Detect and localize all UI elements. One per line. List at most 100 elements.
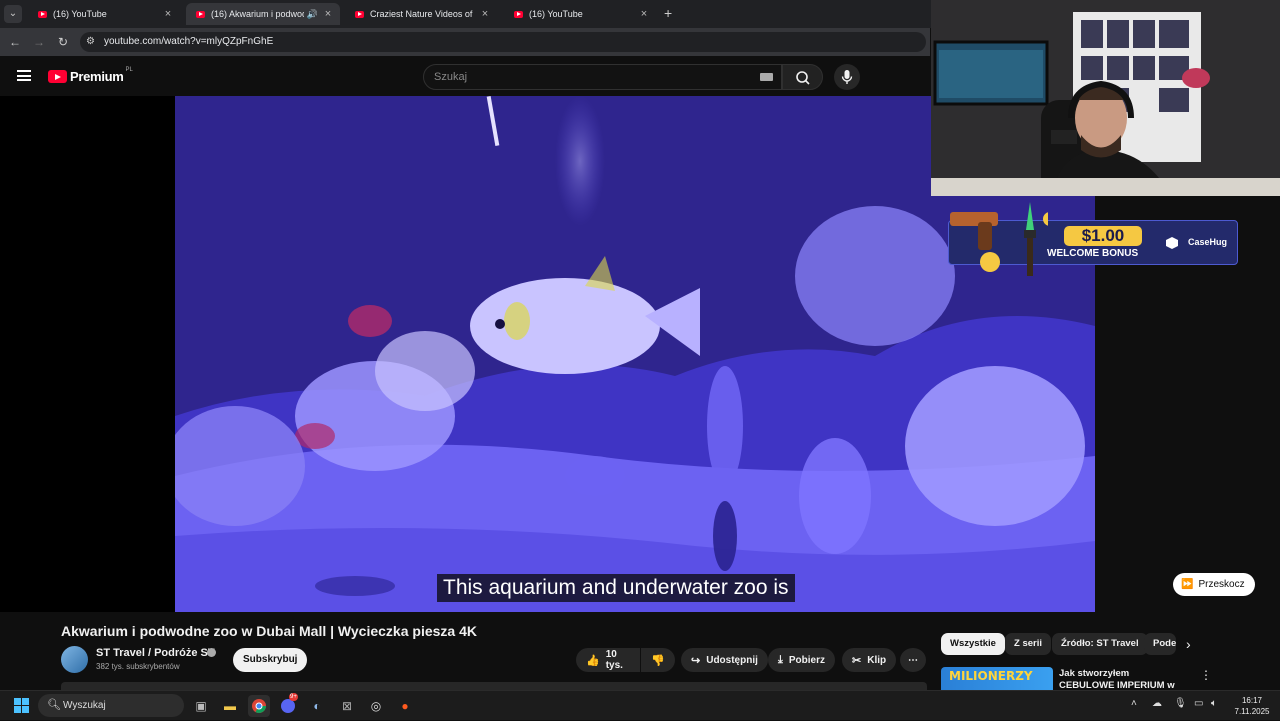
search-button[interactable]: [782, 64, 823, 90]
thumbs-down-icon: 👎: [651, 654, 665, 667]
reload-icon[interactable]: ↻: [55, 34, 71, 50]
more-vertical-icon[interactable]: ⋮: [1200, 668, 1212, 682]
like-button[interactable]: 👍 10 tys.: [576, 648, 640, 672]
skip-button[interactable]: ⏩ Przeskocz: [1173, 573, 1255, 596]
description-box[interactable]: [61, 682, 927, 690]
recommendation-thumbnail[interactable]: MILIONERZY: [941, 667, 1053, 690]
verified-icon: [207, 648, 216, 657]
clip-button[interactable]: ✂ Klip: [842, 648, 897, 672]
video-title: Akwarium i podwodne zoo w Dubai Mall | W…: [61, 623, 477, 639]
obs-icon[interactable]: ◎: [365, 695, 387, 717]
youtube-favicon-icon: [514, 10, 523, 18]
download-label: Pobierz: [788, 654, 825, 666]
casehug-logo-icon: [1166, 237, 1178, 249]
video-caption: This aquarium and underwater zoo is: [437, 574, 795, 602]
brave-icon[interactable]: ●: [394, 695, 416, 717]
search-placeholder: Szukaj: [434, 71, 468, 83]
chip-series[interactable]: Z serii: [1005, 633, 1051, 655]
channel-name[interactable]: ST Travel / Podróże ST: [96, 647, 215, 659]
youtube-favicon-icon: [38, 10, 47, 18]
subscribe-button[interactable]: Subskrybuj: [233, 648, 308, 672]
new-tab-button[interactable]: +: [664, 5, 672, 21]
bonus-text: WELCOME BONUS: [1047, 248, 1139, 259]
microphone-icon[interactable]: 🎙︎: [1174, 698, 1187, 709]
xbox-icon[interactable]: ⊠: [336, 695, 358, 717]
youtube-play-icon: [48, 70, 67, 83]
subscriber-count: 382 tys. subskrybentów: [96, 662, 180, 671]
microphone-icon: [841, 70, 853, 84]
network-icon[interactable]: ▭: [1194, 698, 1203, 709]
close-icon[interactable]: ×: [322, 8, 334, 20]
chip-similar[interactable]: Pode: [1144, 633, 1176, 655]
taskbar-search-input[interactable]: 🔍︎ Wyszukaj: [38, 694, 184, 717]
speaker-icon[interactable]: 🔊: [307, 9, 318, 20]
file-explorer-icon[interactable]: ▬: [219, 695, 241, 717]
forward-arrow-icon[interactable]: →: [31, 34, 47, 50]
skip-label: Przeskocz: [1198, 579, 1245, 590]
thumbnail-text: MILIONERZY: [949, 669, 1033, 683]
clock-time: 16:17: [1241, 696, 1263, 705]
dislike-button[interactable]: 👎: [641, 648, 675, 672]
windows-start-icon[interactable]: [14, 698, 29, 713]
gun-knife-icon: [950, 202, 1048, 276]
steam-icon[interactable]: ◐: [306, 695, 328, 717]
close-icon[interactable]: ×: [162, 8, 174, 20]
fast-forward-icon: ⏩: [1181, 579, 1194, 590]
channel-avatar[interactable]: [61, 646, 88, 673]
share-label: Udostępnij: [706, 654, 758, 666]
tab-search-button[interactable]: ⌄: [4, 5, 22, 23]
promo-banner[interactable]: $1.00 WELCOME BONUS CaseHug: [948, 200, 1238, 280]
share-icon: ↪: [691, 654, 701, 667]
system-clock[interactable]: 16:17 7.11.2025: [1229, 695, 1275, 717]
volume-icon[interactable]: 🔈︎: [1211, 698, 1217, 709]
browser-tab[interactable]: Craziest Nature Videos of the D ×: [345, 3, 497, 25]
webcam-feed: [931, 0, 1280, 196]
chip-all[interactable]: Wszystkie: [941, 633, 1005, 655]
close-icon[interactable]: ×: [638, 8, 650, 20]
chrome-icon[interactable]: [248, 695, 270, 717]
close-icon[interactable]: ×: [479, 8, 491, 20]
thumbs-up-icon: 👍: [586, 654, 600, 667]
country-code: PL: [125, 66, 133, 73]
youtube-logo[interactable]: Premium PL: [48, 66, 133, 84]
url-text: youtube.com/watch?v=mlyQZpFnGhE: [104, 36, 274, 47]
banner-brand: CaseHug: [1188, 237, 1228, 247]
discord-icon[interactable]: 9+: [277, 693, 299, 717]
more-horizontal-icon: ⋯: [908, 654, 918, 666]
share-button[interactable]: ↪ Udostępnij: [681, 648, 768, 672]
tab-title: Craziest Nature Videos of the D: [370, 9, 475, 19]
youtube-favicon-icon: [196, 10, 205, 18]
youtube-favicon-icon: [355, 10, 364, 18]
site-info-icon[interactable]: ⚙: [86, 36, 98, 48]
back-arrow-icon[interactable]: ←: [7, 34, 23, 50]
windows-taskbar: 🔍︎ Wyszukaj ▣ ▬ 9+ ◐ ⊠ ◎ ● ˄ ☁ 🎙︎ ▭ 🔈︎ 1…: [0, 690, 1280, 720]
watch-metadata: Akwarium i podwodne zoo w Dubai Mall | W…: [0, 612, 1280, 703]
browser-tab[interactable]: (16) YouTube ×: [504, 3, 656, 25]
discord-badge: 9+: [289, 693, 298, 701]
voice-search-button[interactable]: [834, 64, 860, 90]
webcam-overlay: [931, 0, 1280, 196]
keyboard-icon[interactable]: [760, 73, 773, 81]
clock-date: 7.11.2025: [1234, 707, 1270, 716]
download-button[interactable]: ⤓ Pobierz: [768, 648, 835, 672]
search-input[interactable]: Szukaj: [423, 64, 782, 90]
tab-title: (16) Akwarium i podwodne: [211, 9, 304, 19]
browser-tab-active[interactable]: (16) Akwarium i podwodne 🔊 ×: [186, 3, 340, 25]
browser-tab[interactable]: (16) YouTube ×: [28, 3, 180, 25]
clip-label: Klip: [867, 654, 887, 666]
chevron-right-icon[interactable]: ›: [1186, 636, 1191, 652]
logo-text: Premium: [70, 69, 124, 84]
tab-title: (16) YouTube: [53, 9, 107, 19]
chip-source[interactable]: Źródło: ST Travel: [1052, 633, 1148, 655]
taskbar-search-placeholder: Wyszukaj: [63, 700, 106, 711]
scissors-icon: ✂: [852, 654, 862, 667]
address-bar[interactable]: ⚙ youtube.com/watch?v=mlyQZpFnGhE: [80, 32, 926, 52]
task-view-icon[interactable]: ▣: [190, 695, 212, 717]
cloud-icon[interactable]: ☁: [1152, 698, 1162, 709]
chevron-up-icon[interactable]: ˄: [1131, 698, 1137, 709]
menu-icon[interactable]: [17, 70, 31, 81]
browser-toolbar: ← → ↻ ⚙ youtube.com/watch?v=mlyQZpFnGhE: [0, 28, 930, 56]
more-actions-button[interactable]: ⋯: [900, 648, 926, 672]
tab-title: (16) YouTube: [529, 9, 583, 19]
search-icon: 🔍︎: [47, 699, 61, 711]
